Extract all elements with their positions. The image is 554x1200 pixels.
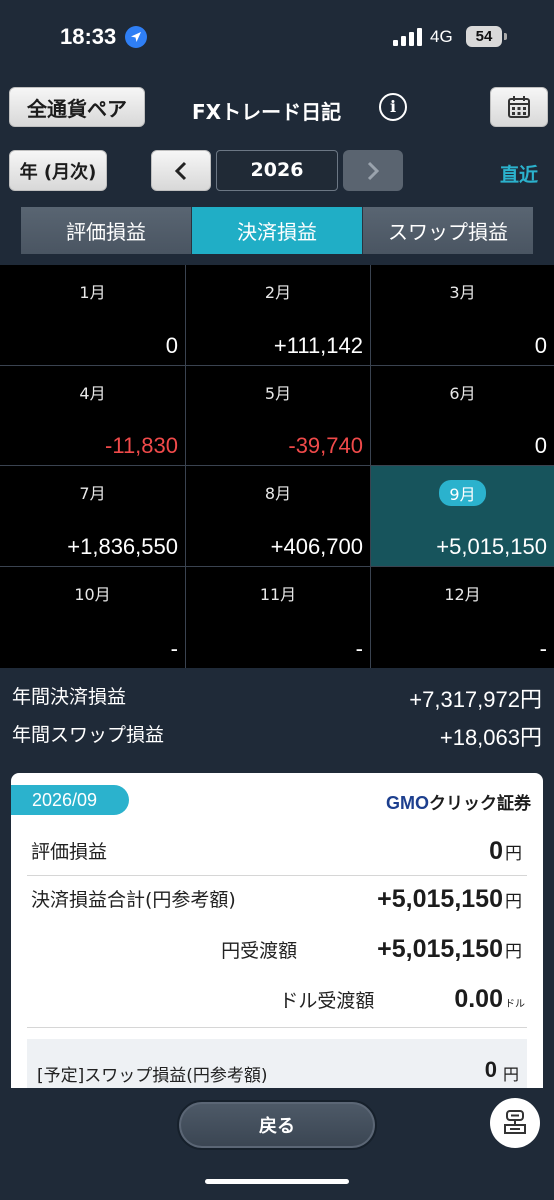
dollar-delivery-unit: ドル: [505, 999, 525, 1010]
month-cell-5[interactable]: 5月 -39,740: [186, 366, 371, 466]
month-label: 5月: [264, 384, 292, 403]
month-cell-2[interactable]: 2月 +111,142: [186, 265, 371, 366]
page-title: FXトレード日記: [192, 100, 342, 124]
selected-month-badge: 9月: [439, 480, 486, 506]
valuation-value: 0: [489, 837, 503, 865]
battery-icon: 54: [466, 26, 502, 47]
next-year-button[interactable]: [343, 150, 403, 191]
annual-swap-row: 年間スワップ損益 +18,063円: [12, 720, 542, 752]
month-cell-11[interactable]: 11月 -: [186, 567, 371, 668]
month-label: 6月: [449, 384, 476, 403]
valuation-row: 評価損益 0 円: [27, 837, 527, 866]
month-cell-12[interactable]: 12月 -: [371, 567, 554, 668]
month-label: 1月: [79, 283, 106, 302]
detail-date-badge: 2026/09: [11, 785, 129, 815]
yen-delivery-row: 円受渡額 +5,015,150 円: [27, 935, 527, 964]
status-time: 18:33: [60, 24, 117, 49]
chat-bot-icon: [504, 1110, 526, 1134]
month-detail-card: 2026/09 GMOクリック証券 評価損益 0 円 決済損益合計(円参考額) …: [11, 773, 543, 1093]
divider: [27, 875, 527, 876]
settlement-total-row: 決済損益合計(円参考額) +5,015,150 円: [27, 885, 527, 914]
month-cell-8[interactable]: 8月 +406,700: [186, 466, 371, 567]
battery-tip: [504, 33, 507, 40]
scheduled-swap-unit: 円: [502, 1065, 519, 1084]
month-label: 11月: [259, 585, 297, 604]
annual-summary: 年間決済損益 +7,317,972円 年間スワップ損益 +18,063円: [0, 668, 554, 764]
month-value: 0: [165, 333, 178, 358]
tab-valuation[interactable]: 評価損益: [21, 207, 192, 254]
settlement-total-value: +5,015,150: [377, 885, 503, 913]
broker-logo: GMOクリック証券: [386, 789, 531, 814]
calendar-icon: [508, 96, 530, 118]
scheduled-swap-row: [予定]スワップ損益(円参考額) 0 円: [27, 1039, 527, 1093]
info-icon[interactable]: i: [379, 93, 407, 121]
network-label: 4G: [430, 27, 453, 46]
month-label: 2月: [264, 283, 292, 302]
month-label: 7月: [79, 484, 106, 503]
status-bar: 18:33 4G 54: [0, 0, 554, 72]
pnl-tabs: 評価損益 決済損益 スワップ損益: [21, 207, 533, 254]
annual-swap-value: +18,063円: [439, 725, 542, 750]
tab-settlement[interactable]: 決済損益: [192, 207, 363, 254]
annual-settlement-value: +7,317,972円: [409, 687, 542, 712]
divider: [27, 1027, 527, 1028]
settlement-total-label: 決済損益合計(円参考額): [31, 889, 236, 911]
scheduled-swap-value: 0: [484, 1057, 497, 1082]
month-label: 4月: [79, 384, 106, 403]
month-value: -: [355, 636, 363, 661]
annual-settlement-label: 年間決済損益: [12, 686, 127, 708]
yen-delivery-unit: 円: [505, 942, 522, 962]
month-cell-3[interactable]: 3月 0: [371, 265, 554, 366]
month-label: 8月: [264, 484, 292, 503]
month-cell-4[interactable]: 4月 -11,830: [0, 366, 186, 466]
yen-delivery-value: +5,015,150: [377, 935, 503, 963]
location-icon: [125, 26, 147, 48]
month-value: +1,836,550: [67, 534, 178, 559]
back-button[interactable]: 戻る: [177, 1100, 377, 1150]
calendar-button[interactable]: [490, 87, 548, 127]
home-indicator: [205, 1179, 349, 1184]
month-value: -: [539, 636, 547, 661]
scheduled-swap-label: [予定]スワップ損益(円参考額): [37, 1066, 268, 1086]
month-cell-10[interactable]: 10月 -: [0, 567, 186, 668]
month-cell-7[interactable]: 7月 +1,836,550: [0, 466, 186, 567]
annual-swap-label: 年間スワップ損益: [12, 724, 165, 746]
month-grid: 1月 0 2月 +111,142 3月 0 4月 -11,830 5月 -39,740 6…: [0, 265, 554, 668]
dollar-delivery-label: ドル受渡額: [279, 990, 375, 1012]
month-cell-9[interactable]: 9月 +5,015,150: [371, 466, 554, 567]
dollar-delivery-value: 0.00: [454, 985, 503, 1013]
broker-logo-main: GMO: [386, 793, 429, 813]
chevron-right-icon: [367, 161, 380, 180]
month-value: +5,015,150: [436, 534, 547, 559]
period-button[interactable]: 年 (月次): [9, 150, 107, 191]
month-cell-6[interactable]: 6月 0: [371, 366, 554, 466]
tab-swap[interactable]: スワップ損益: [363, 207, 533, 254]
currency-pair-button[interactable]: 全通貨ペア: [9, 87, 145, 127]
month-label: 9月: [371, 480, 554, 506]
month-value: +111,142: [273, 333, 363, 358]
dollar-delivery-row: ドル受渡額 0.00 ドル: [27, 985, 527, 1014]
month-value: 0: [534, 333, 547, 358]
month-value: 0: [534, 433, 547, 458]
month-value: -: [170, 636, 178, 661]
broker-logo-sub: クリック証券: [429, 794, 531, 813]
month-value: +406,700: [270, 534, 363, 559]
recent-link[interactable]: 直近: [500, 160, 538, 187]
annual-settlement-row: 年間決済損益 +7,317,972円: [12, 682, 542, 714]
month-cell-1[interactable]: 1月 0: [0, 265, 186, 366]
settlement-total-unit: 円: [505, 892, 522, 912]
chevron-left-icon: [174, 161, 187, 180]
year-display: 2026: [216, 150, 338, 191]
month-label: 3月: [449, 283, 476, 302]
valuation-unit: 円: [505, 844, 522, 864]
signal-icon: [393, 28, 423, 46]
yen-delivery-label: 円受渡額: [221, 940, 298, 962]
previous-year-button[interactable]: [151, 150, 211, 191]
chat-button[interactable]: [490, 1098, 540, 1148]
month-value: -11,830: [105, 433, 178, 458]
month-value: -39,740: [288, 433, 363, 458]
month-label: 12月: [444, 585, 481, 604]
valuation-label: 評価損益: [31, 841, 108, 863]
month-label: 10月: [74, 585, 111, 604]
